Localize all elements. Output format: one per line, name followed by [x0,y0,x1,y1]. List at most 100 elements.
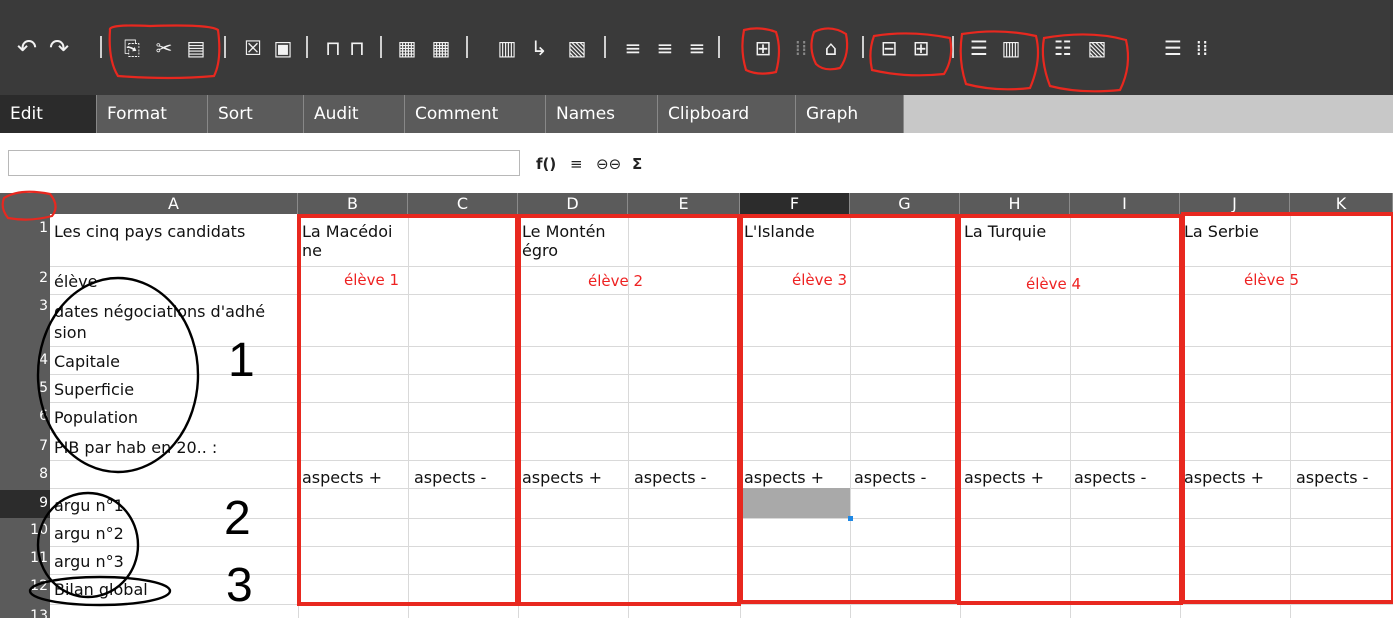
cell-a10[interactable]: argu n°2 [54,524,124,544]
cell-i8[interactable]: aspects - [1074,468,1146,488]
align-icon[interactable]: ≡ [570,153,583,175]
insert-column-left-icon[interactable]: ☰ [966,33,992,63]
sum-icon[interactable]: Σ [632,153,642,175]
row-header-1[interactable]: 1 [0,220,50,236]
row-header-5[interactable]: 5 [0,380,50,396]
cell-a7[interactable]: PIB par hab en 20.. : [54,438,217,458]
tab-format[interactable]: Format [97,95,208,133]
column-header-a[interactable]: A [50,193,298,214]
column-header-d[interactable]: D [518,193,628,214]
insert-column-right-icon[interactable]: ▥ [996,33,1026,63]
borders-icon[interactable]: ⊞ [750,33,776,63]
cell-j1[interactable]: La Serbie [1184,222,1259,242]
cell-d1-line1[interactable]: Le Montén [522,222,606,242]
column-header-i[interactable]: I [1070,193,1180,214]
redo-icon[interactable]: ↷ [46,33,72,63]
paste-icon[interactable]: ▤ [182,33,210,63]
cell-d8[interactable]: aspects + [522,468,602,488]
protect-cell-icon[interactable]: ⌂ [818,33,844,63]
delete-column-icon[interactable]: ▧ [1084,33,1110,63]
tab-edit[interactable]: Edit [0,95,97,133]
row-header-12[interactable]: 12 [0,578,50,594]
tab-sort[interactable]: Sort [208,95,304,133]
row-header-10[interactable]: 10 [0,522,50,538]
column-header-j[interactable]: J [1180,193,1290,214]
hide-row-icon[interactable]: ☰ [1160,33,1186,63]
column-header-f[interactable]: F [740,193,850,214]
wrap-icon[interactable]: ↳ [526,33,552,63]
cell-a12[interactable]: Bilan global [54,580,148,600]
cell-j8[interactable]: aspects + [1184,468,1264,488]
row-header-6[interactable]: 6 [0,408,50,424]
cell-a4[interactable]: Capitale [54,352,120,372]
cell-a3-line1[interactable]: dates négociations d'adhé [54,302,265,322]
align-center-icon[interactable]: ≡ [652,33,678,63]
merge-icon[interactable]: ▥ [494,33,520,63]
row-header-8[interactable]: 8 [0,466,50,482]
selected-cell-f9[interactable] [740,488,850,518]
row-header-4[interactable]: 4 [0,352,50,368]
column-header-b[interactable]: B [298,193,408,214]
cell-k8[interactable]: aspects - [1296,468,1368,488]
cell-b1-line1[interactable]: La Macédoi [302,222,392,242]
unmerge-icon[interactable]: ▧ [564,33,590,63]
cell-h8[interactable]: aspects + [964,468,1044,488]
cell-a6[interactable]: Population [54,408,138,428]
cell-e8[interactable]: aspects - [634,468,706,488]
cell-h1[interactable]: La Turquie [964,222,1046,242]
tab-clipboard[interactable]: Clipboard [658,95,796,133]
cell-f2[interactable]: élève 3 [792,270,847,290]
insert-row-above-icon[interactable]: ⊟ [876,33,902,63]
cell-g8[interactable]: aspects - [854,468,926,488]
function-icon[interactable]: f() [536,153,556,175]
column-header-k[interactable]: K [1290,193,1393,214]
insert-column-icon[interactable]: ▦ [428,33,454,63]
hide-column-icon[interactable]: ⁞⁞ [1192,33,1212,63]
cut-icon[interactable]: ✂ [150,33,178,63]
row-header-9[interactable]: 9 [0,490,50,518]
cell-a5[interactable]: Superficie [54,380,134,400]
insert-row-below-icon[interactable]: ⊞ [908,33,934,63]
cell-b1-line2[interactable]: ne [302,241,322,261]
undo-icon[interactable]: ↶ [14,33,40,63]
formula-input[interactable] [8,150,520,176]
cell-d2[interactable]: élève 2 [588,271,643,291]
cell-d1-line2[interactable]: égro [522,241,558,261]
insert-row-icon[interactable]: ▦ [394,33,420,63]
paste-special-icon[interactable]: ▣ [270,33,296,63]
unlock-icon[interactable]: ⊓ [346,33,368,63]
column-header-h[interactable]: H [960,193,1070,214]
tab-graph[interactable]: Graph [796,95,904,133]
cell-f1[interactable]: L'Islande [744,222,815,242]
row-header-11[interactable]: 11 [0,550,50,566]
fill-handle[interactable] [848,516,853,521]
link-icon[interactable]: ⊖⊖ [596,153,621,175]
delete-row-icon[interactable]: ☷ [1050,33,1076,63]
cell-j2[interactable]: élève 5 [1244,270,1299,290]
column-header-c[interactable]: C [408,193,518,214]
cell-a9[interactable]: argu n°1 [54,496,124,516]
column-header-g[interactable]: G [850,193,960,214]
no-borders-icon[interactable]: ⁞⁞ [788,33,814,63]
align-right-icon[interactable]: ≡ [684,33,710,63]
tab-audit[interactable]: Audit [304,95,405,133]
cell-a11[interactable]: argu n°3 [54,552,124,572]
row-header-7[interactable]: 7 [0,438,50,454]
lock-icon[interactable]: ⊓ [322,33,344,63]
cell-a1[interactable]: Les cinq pays candidats [54,222,245,242]
cell-b2[interactable]: élève 1 [344,270,399,290]
cell-h2[interactable]: élève 4 [1026,274,1081,294]
cell-f8[interactable]: aspects + [744,468,824,488]
clear-icon[interactable]: ☒ [240,33,266,63]
row-header-3[interactable]: 3 [0,298,50,314]
row-header-2[interactable]: 2 [0,270,50,286]
cell-c8[interactable]: aspects - [414,468,486,488]
tab-comment[interactable]: Comment [405,95,546,133]
column-header-e[interactable]: E [628,193,740,214]
tab-names[interactable]: Names [546,95,658,133]
cell-b8[interactable]: aspects + [302,468,382,488]
copy-icon[interactable]: ⎘ [118,33,146,63]
row-header-13[interactable]: 13 [0,608,50,624]
align-left-icon[interactable]: ≡ [620,33,646,63]
cell-a3-line2[interactable]: sion [54,323,87,343]
